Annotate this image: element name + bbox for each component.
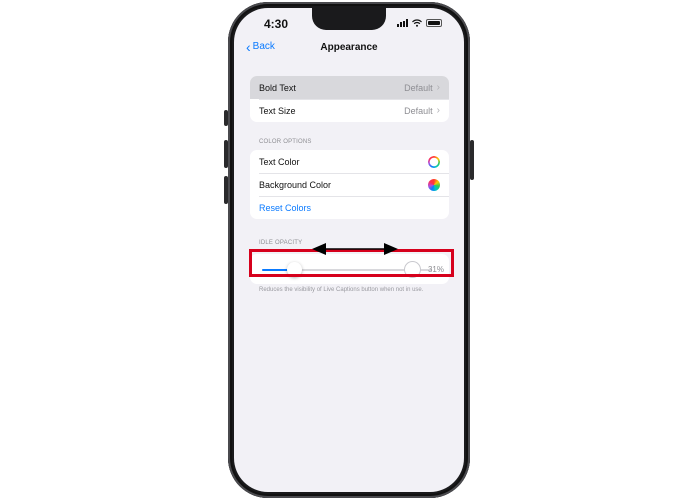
battery-icon: [426, 19, 442, 27]
color-options-header: COLOR OPTIONS: [259, 139, 312, 145]
background-color-row[interactable]: Background Color: [250, 173, 449, 196]
color-options-group: Text Color Background Color Reset Colors: [250, 150, 449, 219]
text-size-label: Text Size: [259, 105, 296, 116]
text-color-label: Text Color: [259, 156, 300, 167]
side-button: [470, 140, 474, 180]
volume-up-button: [224, 140, 228, 168]
text-size-row[interactable]: Text Size Default ›: [250, 99, 449, 122]
text-size-value: Default: [404, 105, 433, 116]
reset-colors-row[interactable]: Reset Colors: [250, 196, 449, 219]
volume-down-button: [224, 176, 228, 204]
color-wheel-filled-icon: [428, 178, 440, 191]
signal-icon: [397, 19, 408, 27]
notch: [312, 8, 386, 30]
text-color-row[interactable]: Text Color: [250, 150, 449, 173]
chevron-right-icon: ›: [436, 105, 440, 116]
chevron-right-icon: ›: [436, 82, 440, 93]
text-options-group: Bold Text Default › Text Size Default ›: [250, 76, 449, 122]
bold-text-label: Bold Text: [259, 82, 296, 93]
page-title: Appearance: [320, 42, 378, 53]
bold-text-row[interactable]: Bold Text Default ›: [250, 76, 449, 99]
idle-opacity-footer: Reduces the visibility of Live Captions …: [259, 287, 424, 293]
mute-switch: [224, 110, 228, 126]
status-icons: [397, 19, 442, 27]
wifi-icon: [412, 19, 422, 27]
idle-opacity-header: IDLE OPACITY: [259, 240, 303, 246]
background-color-label: Background Color: [259, 179, 332, 190]
bold-text-value: Default: [404, 82, 433, 93]
status-time: 4:30: [264, 17, 289, 31]
reset-colors-button[interactable]: Reset Colors: [259, 203, 311, 213]
double-arrow-icon: [312, 243, 398, 255]
color-wheel-ring-icon: [428, 155, 440, 168]
